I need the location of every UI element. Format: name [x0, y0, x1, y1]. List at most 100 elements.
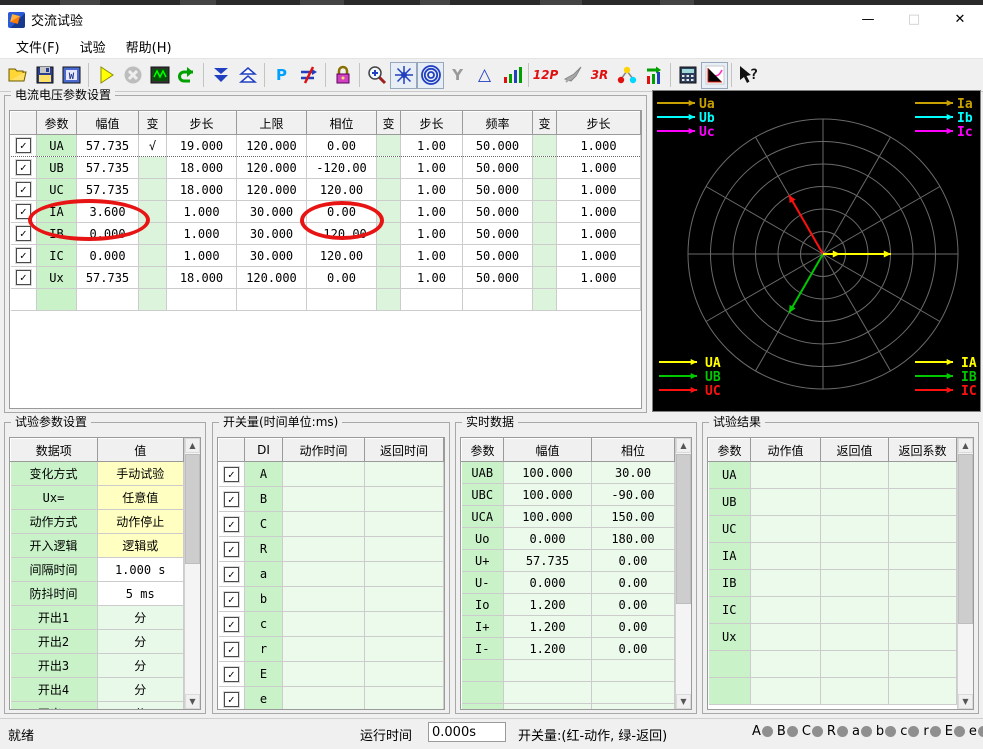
save-icon[interactable] [31, 62, 58, 89]
table-cell[interactable]: 1.000 [167, 245, 237, 267]
table-cell[interactable]: A [245, 462, 283, 487]
row-checkbox[interactable]: ✓ [16, 182, 31, 197]
checkbox-cell[interactable]: ✓ [11, 135, 37, 157]
table-cell[interactable] [377, 157, 401, 179]
table-cell[interactable]: √ [139, 135, 167, 157]
checkbox-cell[interactable] [11, 289, 37, 311]
table-cell[interactable]: 分 [97, 702, 184, 711]
table-cell[interactable] [377, 267, 401, 289]
table-cell[interactable] [377, 223, 401, 245]
table-cell[interactable] [283, 612, 365, 637]
table-cell[interactable] [139, 157, 167, 179]
table-cell[interactable]: 57.735 [77, 267, 139, 289]
table-cell[interactable]: 任意值 [97, 486, 184, 510]
table-cell[interactable]: 1.000 [557, 245, 641, 267]
minimize-button[interactable]: — [845, 6, 891, 34]
table-cell[interactable] [139, 201, 167, 223]
bar-chart-icon[interactable] [498, 62, 525, 89]
close-button[interactable]: ✕ [937, 6, 983, 34]
table-cell[interactable]: 5 ms [97, 582, 184, 606]
table-cell[interactable] [365, 637, 444, 662]
checkbox-cell[interactable]: ✓ [219, 687, 245, 711]
table-cell[interactable]: 开出3 [11, 654, 98, 678]
table-cell[interactable]: 0.000 [77, 223, 139, 245]
scroll-down-icon[interactable]: ▼ [958, 694, 973, 709]
table-cell[interactable]: 开入逻辑 [11, 534, 98, 558]
waveform-icon[interactable] [146, 62, 173, 89]
table-cell[interactable]: 1.00 [401, 223, 463, 245]
row-checkbox[interactable]: ✓ [224, 567, 239, 582]
table-cell[interactable] [283, 512, 365, 537]
table-cell[interactable]: 开出4 [11, 678, 98, 702]
table-cell[interactable]: 19.000 [167, 135, 237, 157]
table-cell[interactable] [283, 562, 365, 587]
table-cell[interactable] [77, 289, 139, 311]
table-cell[interactable]: 1.000 [557, 201, 641, 223]
table-cell[interactable]: 120.000 [237, 157, 307, 179]
table-cell[interactable] [533, 289, 557, 311]
table-cell[interactable] [533, 201, 557, 223]
table-cell[interactable]: IC [37, 245, 77, 267]
table-cell[interactable]: Ux= [11, 486, 98, 510]
scroll-up-icon[interactable]: ▲ [958, 438, 973, 453]
table-cell[interactable]: 57.735 [77, 157, 139, 179]
run-icon[interactable] [92, 62, 119, 89]
table-cell[interactable] [307, 289, 377, 311]
table-cell[interactable]: 1.000 [167, 201, 237, 223]
table-cell[interactable] [283, 637, 365, 662]
table-cell[interactable]: 1.000 [557, 157, 641, 179]
table-cell[interactable] [533, 267, 557, 289]
table-cell[interactable] [365, 487, 444, 512]
table-cell[interactable]: -120.00 [307, 223, 377, 245]
scroll-up-icon[interactable]: ▲ [676, 438, 691, 453]
table-cell[interactable]: 18.000 [167, 179, 237, 201]
row-checkbox[interactable]: ✓ [16, 160, 31, 175]
table-cell[interactable]: Ux [37, 267, 77, 289]
test-params-scrollbar[interactable]: ▲ ▼ [184, 438, 200, 709]
table-cell[interactable]: 开出2 [11, 630, 98, 654]
table-cell[interactable]: 1.00 [401, 267, 463, 289]
table-cell[interactable]: 18.000 [167, 157, 237, 179]
table-cell[interactable]: 30.000 [237, 223, 307, 245]
checkbox-cell[interactable]: ✓ [219, 462, 245, 487]
row-checkbox[interactable]: ✓ [224, 617, 239, 632]
table-cell[interactable]: 50.000 [463, 201, 533, 223]
checkbox-cell[interactable]: ✓ [219, 587, 245, 612]
table-cell[interactable] [365, 562, 444, 587]
table-cell[interactable]: 开出5 [11, 702, 98, 711]
scroll-up-icon[interactable]: ▲ [185, 438, 200, 453]
row-checkbox[interactable]: ✓ [224, 692, 239, 707]
table-cell[interactable] [533, 157, 557, 179]
table-cell[interactable] [533, 223, 557, 245]
table-cell[interactable]: B [245, 487, 283, 512]
table-cell[interactable]: IA [37, 201, 77, 223]
checkbox-cell[interactable]: ✓ [11, 179, 37, 201]
row-checkbox[interactable]: ✓ [224, 542, 239, 557]
undo-icon[interactable] [173, 62, 200, 89]
table-cell[interactable] [377, 179, 401, 201]
spot-icon[interactable] [390, 62, 417, 89]
row-checkbox[interactable]: ✓ [224, 467, 239, 482]
target-icon[interactable] [417, 62, 444, 89]
checkbox-cell[interactable]: ✓ [219, 512, 245, 537]
table-cell[interactable]: 分 [97, 654, 184, 678]
row-checkbox[interactable]: ✓ [224, 592, 239, 607]
row-checkbox[interactable]: ✓ [224, 642, 239, 657]
checkbox-cell[interactable]: ✓ [219, 612, 245, 637]
table-cell[interactable] [283, 587, 365, 612]
row-checkbox[interactable]: ✓ [16, 248, 31, 263]
table-cell[interactable] [283, 537, 365, 562]
table-cell[interactable]: 50.000 [463, 223, 533, 245]
vector-dots-icon[interactable] [613, 62, 640, 89]
checkbox-cell[interactable]: ✓ [219, 562, 245, 587]
table-cell[interactable]: 分 [97, 678, 184, 702]
table-cell[interactable] [139, 179, 167, 201]
report-icon[interactable] [640, 62, 667, 89]
table-cell[interactable]: C [245, 512, 283, 537]
row-checkbox[interactable]: ✓ [224, 667, 239, 682]
table-cell[interactable] [377, 135, 401, 157]
curve-icon[interactable] [701, 62, 728, 89]
table-cell[interactable]: 逻辑或 [97, 534, 184, 558]
phase-flag-icon[interactable]: P [268, 62, 295, 89]
raise-icon[interactable] [234, 62, 261, 89]
